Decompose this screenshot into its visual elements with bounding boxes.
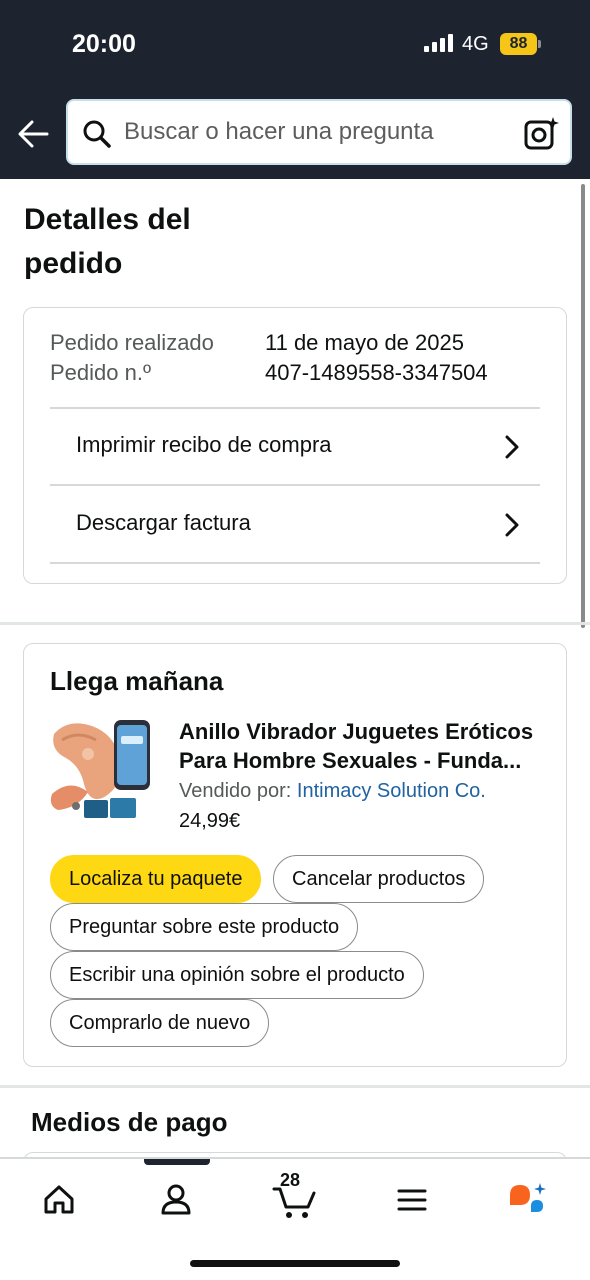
chevron-right-icon	[505, 435, 519, 459]
order-number-label: Pedido n.º	[50, 360, 151, 385]
search-icon	[83, 120, 111, 148]
signal-icon	[424, 34, 453, 52]
seller-link[interactable]: Intimacy Solution Co.	[297, 780, 486, 802]
product-image[interactable]	[48, 714, 156, 826]
home-indicator[interactable]	[190, 1260, 400, 1267]
order-placed-value: 11 de mayo de 2025	[265, 330, 464, 355]
download-invoice-link[interactable]: Descargar factura	[50, 486, 540, 562]
order-placed-label: Pedido realizado	[50, 330, 214, 355]
network-type: 4G	[462, 33, 489, 55]
product-price: 24,99€	[179, 810, 241, 832]
sold-by-label: Vendido por:	[179, 780, 292, 802]
scrollbar[interactable]	[581, 184, 585, 628]
section-separator	[0, 1085, 590, 1088]
search-input[interactable]	[124, 101, 504, 163]
section-separator	[0, 622, 590, 625]
battery-icon: 88	[500, 33, 537, 55]
back-arrow-icon[interactable]	[16, 116, 50, 152]
product-title[interactable]: Anillo Vibrador Juguetes Eróticos Para H…	[179, 717, 549, 775]
rufus-icon[interactable]	[504, 1175, 554, 1225]
order-number-value: 407-1489558-3347504	[265, 360, 488, 385]
buy-again-button[interactable]: Comprarlo de nuevo	[50, 999, 270, 1047]
track-package-button[interactable]: Localiza tu paquete	[50, 855, 262, 903]
active-tab-indicator	[144, 1159, 210, 1165]
home-icon[interactable]	[34, 1175, 84, 1225]
cart-count-badge: 28	[280, 1170, 301, 1190]
sold-by: Vendido por: Intimacy Solution Co.	[179, 780, 486, 803]
menu-icon[interactable]	[387, 1175, 437, 1225]
chevron-right-icon	[505, 513, 519, 537]
search-bar[interactable]	[66, 99, 572, 165]
order-summary-card: Pedido realizado 11 de mayo de 2025 Pedi…	[23, 307, 567, 584]
delivery-status: Llega mañana	[50, 666, 224, 696]
cancel-items-button[interactable]: Cancelar productos	[273, 855, 485, 903]
page-title: Detalles del pedido	[24, 203, 191, 280]
account-icon[interactable]	[151, 1175, 201, 1225]
ask-product-question-button[interactable]: Preguntar sobre este producto	[50, 903, 359, 951]
print-receipt-link[interactable]: Imprimir recibo de compra	[50, 408, 540, 484]
camera-lens-icon[interactable]	[523, 115, 559, 151]
payment-methods-title: Medios de pago	[31, 1107, 228, 1137]
print-receipt-label: Imprimir recibo de compra	[76, 432, 332, 457]
divider	[50, 562, 540, 564]
battery-tip	[538, 40, 541, 48]
write-review-button[interactable]: Escribir una opinión sobre el producto	[50, 951, 424, 999]
header: 20:00 4G 88	[0, 0, 590, 179]
shipment-card: Llega mañana Anillo Vibrador Juguetes Er…	[23, 643, 567, 1067]
download-invoice-label: Descargar factura	[76, 510, 251, 535]
status-time: 20:00	[72, 30, 136, 58]
